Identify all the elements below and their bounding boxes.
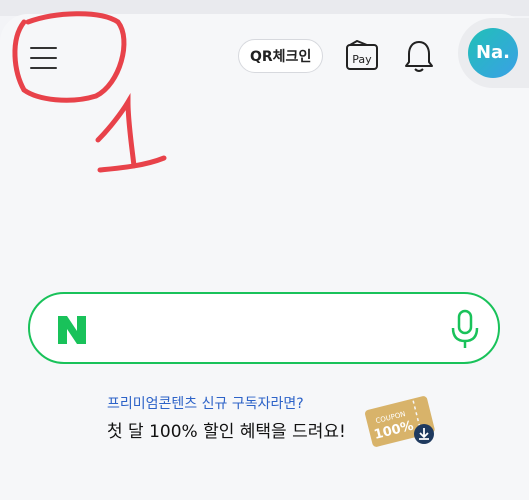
- bell-icon[interactable]: [402, 38, 436, 74]
- bell-body: [405, 41, 433, 67]
- promo-title[interactable]: 첫 달 100% 할인 혜택을 드려요!: [107, 417, 346, 442]
- mic-capsule: [457, 309, 473, 335]
- microphone-icon[interactable]: [450, 308, 480, 350]
- coupon-icon[interactable]: COUPON 100%: [362, 388, 444, 454]
- pay-icon[interactable]: Pay: [345, 40, 381, 74]
- pay-label: Pay: [352, 53, 372, 66]
- menu-line: [30, 57, 57, 59]
- search-bar[interactable]: [28, 292, 500, 364]
- menu-line: [30, 47, 57, 49]
- mic-stand-arc: [451, 327, 479, 343]
- menu-line: [30, 67, 57, 69]
- naver-logo-mark: [58, 316, 86, 344]
- avatar[interactable]: Na.: [468, 28, 518, 78]
- search-input[interactable]: [110, 308, 434, 350]
- bell-clapper: [414, 68, 424, 72]
- menu-icon[interactable]: [26, 40, 62, 76]
- naver-logo-icon: [58, 316, 86, 344]
- promo-subtitle[interactable]: 프리미엄콘텐츠 신규 구독자라면?: [107, 393, 304, 413]
- qr-checkin-button[interactable]: QR체크인: [238, 39, 324, 73]
